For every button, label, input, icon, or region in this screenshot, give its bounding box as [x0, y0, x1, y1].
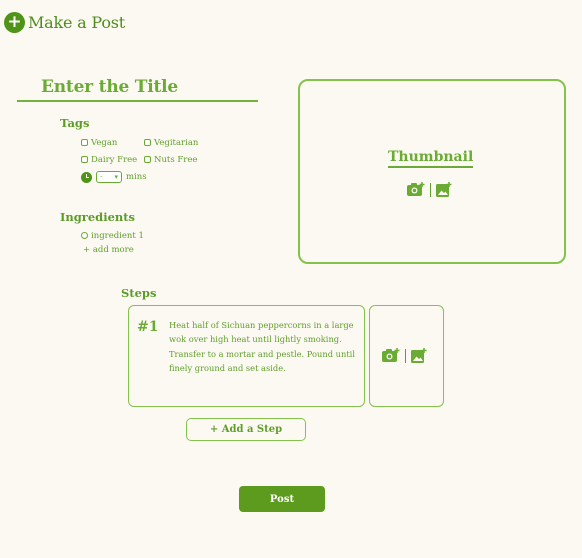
cook-time-unit: mins: [126, 172, 147, 182]
image-add-icon[interactable]: [411, 348, 427, 363]
checkbox-icon[interactable]: [144, 156, 151, 163]
checkbox-icon[interactable]: [144, 139, 151, 146]
steps-label: Steps: [121, 286, 157, 300]
page-title: Make a Post: [28, 13, 125, 32]
tags-label: Tags: [60, 116, 90, 130]
tag-nuts-free-checkbox[interactable]: Nuts Free: [144, 155, 197, 165]
camera-add-icon[interactable]: [407, 182, 425, 197]
add-step-button[interactable]: + Add a Step: [186, 418, 306, 441]
cook-time-row: - ▾ mins: [81, 171, 147, 183]
divider: [430, 182, 431, 197]
ingredients-label: Ingredients: [60, 210, 136, 224]
checkbox-icon[interactable]: [81, 156, 88, 163]
page-header: + Make a Post: [4, 12, 125, 33]
cook-time-select[interactable]: - ▾: [96, 171, 122, 183]
step-card[interactable]: #1 Heat half of Sichuan peppercorns in a…: [128, 305, 365, 407]
thumbnail-media-actions: [407, 182, 452, 197]
tag-dairy-free-checkbox[interactable]: Dairy Free: [81, 155, 137, 165]
camera-add-icon[interactable]: [382, 348, 400, 363]
ingredient-item[interactable]: ingredient 1: [81, 231, 144, 241]
bullet-circle-icon: [81, 232, 88, 239]
step-number: #1: [137, 319, 159, 335]
tag-label: Vegan: [91, 138, 118, 148]
tag-label: Vegitarian: [154, 138, 199, 148]
tag-label: Nuts Free: [154, 155, 198, 165]
add-more-ingredient-link[interactable]: + add more: [83, 245, 134, 255]
thumbnail-label: Thumbnail: [388, 149, 474, 168]
step-text[interactable]: Heat half of Sichuan peppercorns in a la…: [169, 318, 359, 376]
step-media-actions: [382, 348, 427, 363]
post-button[interactable]: Post: [239, 486, 325, 512]
checkbox-icon[interactable]: [81, 139, 88, 146]
divider: [405, 348, 406, 363]
cook-time-value: -: [100, 173, 103, 181]
tag-label: Dairy Free: [91, 155, 138, 165]
title-input[interactable]: Enter the Title: [17, 76, 258, 102]
clock-icon: [81, 171, 92, 183]
plus-circle-icon[interactable]: +: [4, 12, 25, 33]
tag-vegan-checkbox[interactable]: Vegan: [81, 138, 117, 148]
ingredient-text: ingredient 1: [91, 231, 144, 241]
title-placeholder: Enter the Title: [41, 77, 179, 97]
image-add-icon[interactable]: [436, 182, 452, 197]
tag-vegitarian-checkbox[interactable]: Vegitarian: [144, 138, 198, 148]
step-media-upload[interactable]: [369, 305, 444, 407]
chevron-down-icon: ▾: [114, 173, 118, 181]
thumbnail-upload[interactable]: Thumbnail: [298, 79, 566, 264]
